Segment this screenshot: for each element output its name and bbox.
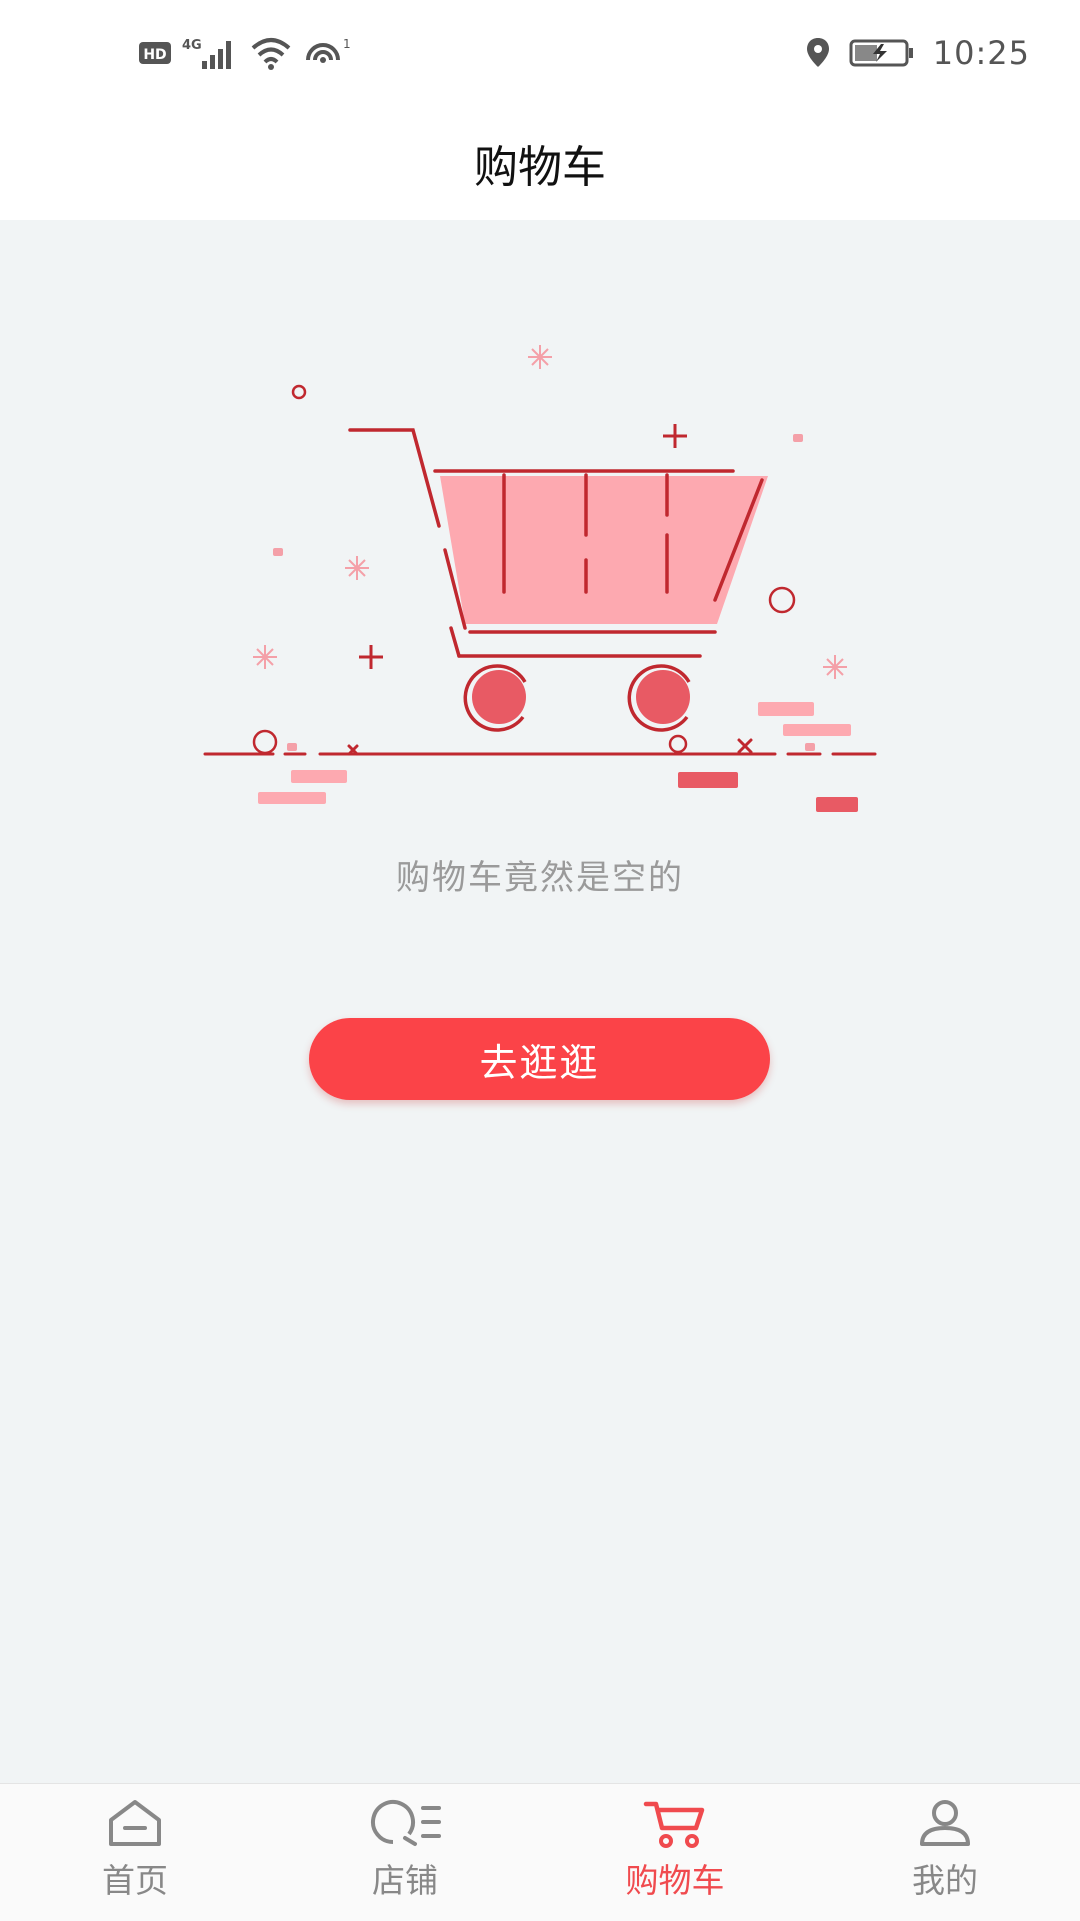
tab-profile-label: 我的 [912, 1861, 978, 1900]
cart-basket [440, 476, 768, 624]
tab-home[interactable]: 首页 [0, 1784, 270, 1921]
location-icon [806, 38, 829, 67]
wifi-icon [251, 38, 291, 70]
bottom-tab-bar: 首页 店铺 购物车 我的 [0, 1783, 1080, 1921]
empty-cart-illustration [203, 345, 877, 812]
hotspot-icon: 1 [306, 37, 351, 63]
page-title: 购物车 [474, 141, 606, 193]
tab-store[interactable]: 店铺 [270, 1784, 540, 1921]
status-right: 10:25 [805, 30, 1030, 76]
tab-profile[interactable]: 我的 [810, 1784, 1080, 1921]
tab-cart[interactable]: 购物车 [540, 1784, 810, 1921]
go-shopping-button[interactable]: 去逛逛 [309, 1018, 770, 1100]
store-list-icon [371, 1800, 441, 1846]
status-time: 10:25 [932, 34, 1030, 72]
ground-blocks [258, 702, 858, 812]
app-header: 购物车 [0, 105, 1080, 220]
tab-home-label: 首页 [102, 1861, 168, 1900]
svg-text:HD: HD [143, 47, 166, 63]
cart-icon [643, 1801, 705, 1848]
home-icon [109, 1800, 161, 1846]
tab-cart-label: 购物车 [625, 1861, 725, 1900]
cart-wheels [463, 664, 691, 732]
empty-cart-message: 购物车竟然是空的 [396, 858, 684, 898]
hd-icon: HD [139, 42, 171, 64]
cart-ground [203, 738, 877, 756]
battery-charging-icon [849, 39, 913, 67]
user-icon [920, 1800, 970, 1846]
signal-4g-icon: 4G [182, 38, 231, 69]
svg-text:1: 1 [343, 37, 351, 51]
status-bar: HD 4G 1 10:25 [0, 0, 1080, 105]
svg-text:4G: 4G [182, 38, 202, 53]
tab-store-label: 店铺 [372, 1861, 438, 1900]
status-left: HD 4G 1 [138, 30, 354, 76]
